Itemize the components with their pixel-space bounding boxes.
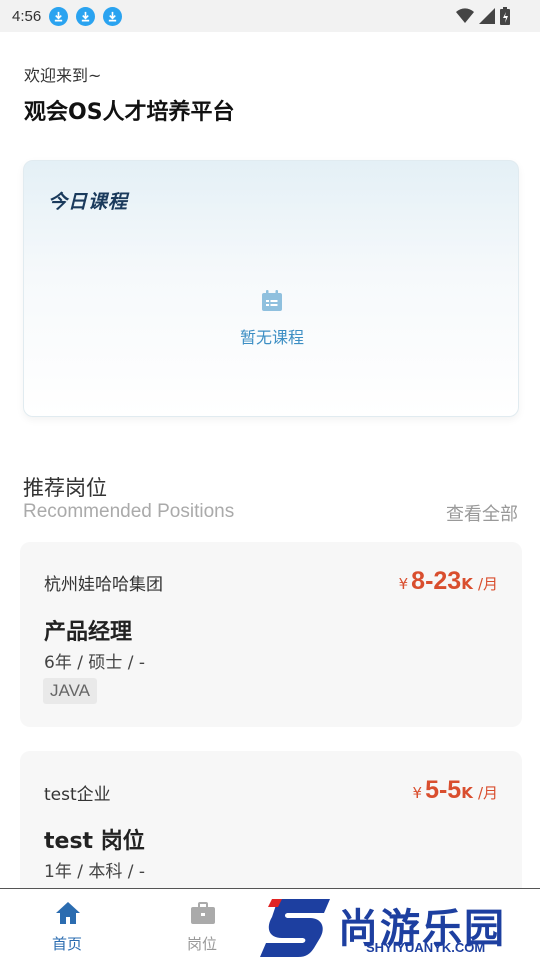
job-title: 产品经理 (44, 620, 133, 645)
home-icon (56, 902, 80, 924)
page-title: 观会OS人才培养平台 (24, 100, 235, 125)
section-subtitle: Recommended Positions (23, 501, 235, 522)
greeting-text: 欢迎来到~ (24, 66, 102, 85)
today-course-card[interactable]: 今日课程 暂无课程 (23, 160, 519, 417)
job-salary: ¥8-23K /月 (399, 567, 498, 596)
nav-label-jobs: 岗位 (186, 935, 217, 953)
section-title: 推荐岗位 (23, 476, 107, 500)
download-notification-icon (49, 6, 69, 26)
job-company: 杭州娃哈哈集团 (44, 575, 163, 595)
job-tag: JAVA (43, 678, 97, 704)
salary-unit: /月 (477, 784, 498, 802)
salary-unit: /月 (477, 575, 498, 593)
job-requirements: 6年 / 硕士 / - (44, 653, 146, 673)
job-title: test 岗位 (44, 829, 145, 854)
battery-icon (500, 7, 510, 25)
download-notification-icon (76, 6, 96, 26)
job-company: test企业 (44, 785, 111, 805)
watermark: 尚游乐园 SHYIYUANYK.COM (258, 894, 540, 960)
wifi-icon (456, 8, 474, 23)
salary-currency: ¥ (398, 575, 409, 593)
no-course-text: 暂无课程 (239, 328, 304, 347)
download-notification-icon (103, 6, 123, 26)
salary-k: K (461, 575, 473, 593)
status-bar: 4:56 (0, 0, 540, 32)
today-course-logo: 今日课程 (48, 191, 129, 213)
job-card[interactable]: 杭州娃哈哈集团 ¥8-23K /月 产品经理 6年 / 硕士 / - JAVA (20, 542, 522, 727)
status-time: 4:56 (12, 7, 42, 25)
job-card[interactable]: test企业 ¥5-5K /月 test 岗位 1年 / 本科 / - (20, 751, 522, 911)
salary-range: 8-23 (411, 567, 462, 595)
cell-signal-icon (479, 8, 495, 24)
salary-currency: ¥ (412, 784, 423, 802)
nav-label-home: 首页 (51, 935, 82, 953)
salary-k: K (461, 784, 473, 802)
watermark-logo-icon (260, 899, 330, 957)
watermark-url: SHYIYUANYK.COM (366, 940, 486, 955)
nav-item-home[interactable]: 首页 (27, 889, 107, 960)
salary-range: 5-5 (425, 776, 462, 804)
nav-item-jobs[interactable]: 岗位 (162, 889, 242, 960)
calendar-icon (262, 290, 282, 311)
job-requirements: 1年 / 本科 / - (44, 862, 146, 882)
job-salary: ¥5-5K /月 (413, 776, 498, 805)
view-all-link[interactable]: 查看全部 (446, 500, 518, 526)
briefcase-icon (191, 902, 215, 924)
